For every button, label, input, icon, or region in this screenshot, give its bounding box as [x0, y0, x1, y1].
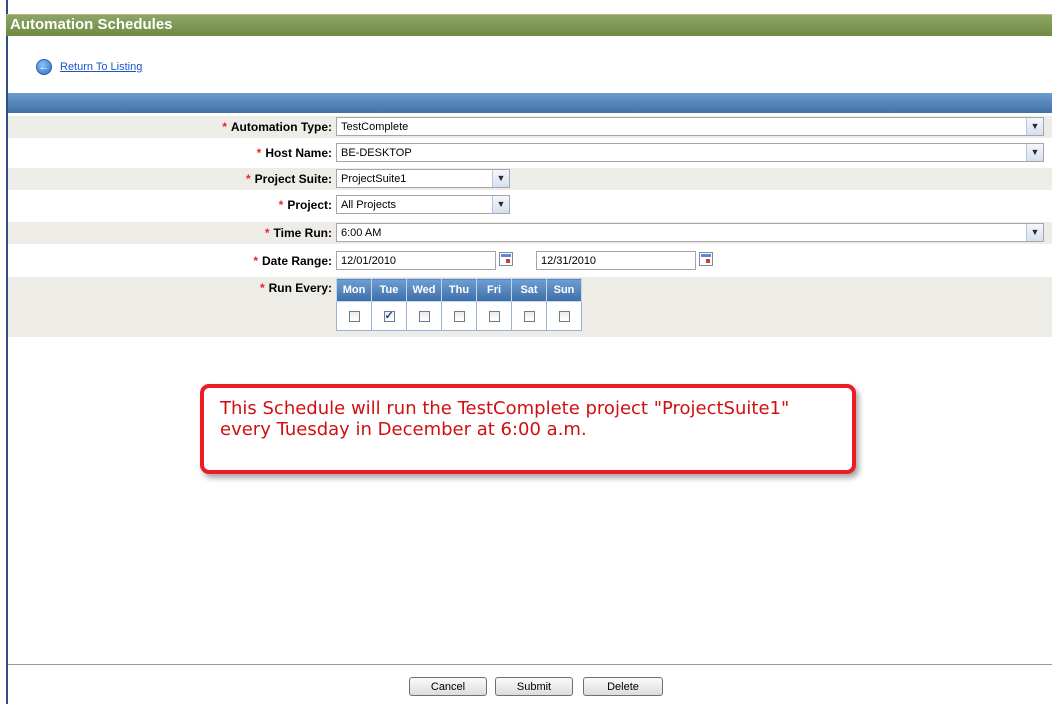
day-checkbox-mon[interactable]: [348, 311, 360, 323]
chevron-down-icon[interactable]: ▼: [1026, 118, 1043, 135]
callout-line-2: every Tuesday in December at 6:00 a.m.: [220, 419, 587, 440]
footer-divider: [8, 664, 1052, 665]
day-cell-tue: [371, 301, 407, 331]
chevron-down-icon[interactable]: ▼: [1026, 224, 1043, 241]
date-range-row: * Date Range: 12/01/2010 12/31/2010: [8, 250, 1052, 272]
required-marker: *: [245, 172, 251, 186]
automation-type-value: TestComplete: [341, 121, 409, 133]
calendar-icon[interactable]: [499, 252, 513, 266]
automation-type-row: * Automation Type: TestComplete ▼: [8, 116, 1052, 138]
section-header-bar: [8, 93, 1052, 113]
callout-line-1: This Schedule will run the TestComplete …: [220, 398, 790, 419]
day-cell-thu: [441, 301, 477, 331]
day-checkbox-thu[interactable]: [453, 311, 465, 323]
time-run-select[interactable]: 6:00 AM ▼: [336, 223, 1044, 242]
delete-button[interactable]: Delete: [583, 677, 663, 696]
day-checkbox-wed[interactable]: [418, 311, 430, 323]
run-every-label-text: Run Every:: [268, 281, 332, 295]
project-suite-label: * Project Suite:: [246, 172, 332, 186]
footer-button-bar: Cancel Submit Delete: [0, 677, 1052, 697]
required-marker: *: [256, 146, 262, 160]
time-run-value: 6:00 AM: [341, 227, 382, 239]
callout-text: This Schedule will run the TestComplete …: [220, 398, 789, 440]
required-marker: *: [264, 226, 270, 240]
host-name-value: BE-DESKTOP: [341, 147, 412, 159]
calendar-icon[interactable]: [699, 252, 713, 266]
project-row: * Project: All Projects ▼: [8, 194, 1052, 216]
date-range-label: * Date Range:: [253, 254, 332, 268]
day-cell-wed: [406, 301, 442, 331]
time-run-row: * Time Run: 6:00 AM ▼: [8, 222, 1052, 244]
project-label: * Project:: [279, 198, 332, 212]
chevron-down-icon[interactable]: ▼: [492, 196, 509, 213]
automation-type-label-text: Automation Type:: [230, 120, 332, 134]
days-checkbox-row: [336, 301, 582, 331]
required-marker: *: [259, 281, 265, 295]
project-select[interactable]: All Projects ▼: [336, 195, 510, 214]
automation-type-select[interactable]: TestComplete ▼: [336, 117, 1044, 136]
chevron-down-icon[interactable]: ▼: [1026, 144, 1043, 161]
back-arrow-icon[interactable]: ←: [36, 59, 52, 75]
submit-button[interactable]: Submit: [495, 677, 573, 696]
automation-type-label: * Automation Type:: [222, 120, 332, 134]
day-checkbox-fri[interactable]: [488, 311, 500, 323]
day-header-fri: Fri: [476, 278, 512, 302]
project-suite-label-text: Project Suite:: [254, 172, 332, 186]
project-suite-select[interactable]: ProjectSuite1 ▼: [336, 169, 510, 188]
day-header-sun: Sun: [546, 278, 582, 302]
day-checkbox-sat[interactable]: [523, 311, 535, 323]
day-header-wed: Wed: [406, 278, 442, 302]
day-checkbox-sun[interactable]: [558, 311, 570, 323]
page-title: Automation Schedules: [10, 16, 173, 33]
run-every-days-table: Mon Tue Wed Thu Fri Sat Sun: [336, 278, 582, 331]
day-cell-sat: [511, 301, 547, 331]
day-header-sat: Sat: [511, 278, 547, 302]
day-checkbox-tue[interactable]: [383, 309, 395, 323]
day-cell-fri: [476, 301, 512, 331]
project-suite-value: ProjectSuite1: [341, 173, 407, 185]
required-marker: *: [253, 254, 258, 268]
project-label-text: Project:: [287, 198, 332, 212]
return-to-listing-link[interactable]: ← Return To Listing: [36, 58, 142, 76]
day-cell-mon: [336, 301, 372, 331]
date-range-label-text: Date Range:: [261, 254, 332, 268]
title-bar: Automation Schedules: [6, 14, 1052, 36]
run-every-row: * Run Every: Mon Tue Wed Thu Fri Sat Sun: [8, 277, 1052, 337]
project-suite-row: * Project Suite: ProjectSuite1 ▼: [8, 168, 1052, 190]
schedule-callout: This Schedule will run the TestComplete …: [200, 384, 856, 474]
time-run-label: * Time Run:: [265, 226, 332, 240]
days-header-row: Mon Tue Wed Thu Fri Sat Sun: [336, 278, 582, 302]
end-date-input[interactable]: 12/31/2010: [536, 251, 696, 270]
day-header-mon: Mon: [336, 278, 372, 302]
start-date-input[interactable]: 12/01/2010: [336, 251, 496, 270]
return-to-listing-label[interactable]: Return To Listing: [60, 61, 142, 73]
time-run-label-text: Time Run:: [273, 226, 332, 240]
cancel-button[interactable]: Cancel: [409, 677, 487, 696]
required-marker: *: [222, 120, 227, 134]
project-value: All Projects: [341, 199, 397, 211]
host-name-label: * Host Name:: [257, 146, 332, 160]
day-header-thu: Thu: [441, 278, 477, 302]
chevron-down-icon[interactable]: ▼: [492, 170, 509, 187]
host-name-select[interactable]: BE-DESKTOP ▼: [336, 143, 1044, 162]
host-name-label-text: Host Name:: [265, 146, 332, 160]
run-every-label: * Run Every:: [260, 281, 332, 295]
day-header-tue: Tue: [371, 278, 407, 302]
required-marker: *: [278, 198, 284, 212]
host-name-row: * Host Name: BE-DESKTOP ▼: [8, 142, 1052, 164]
day-cell-sun: [546, 301, 582, 331]
